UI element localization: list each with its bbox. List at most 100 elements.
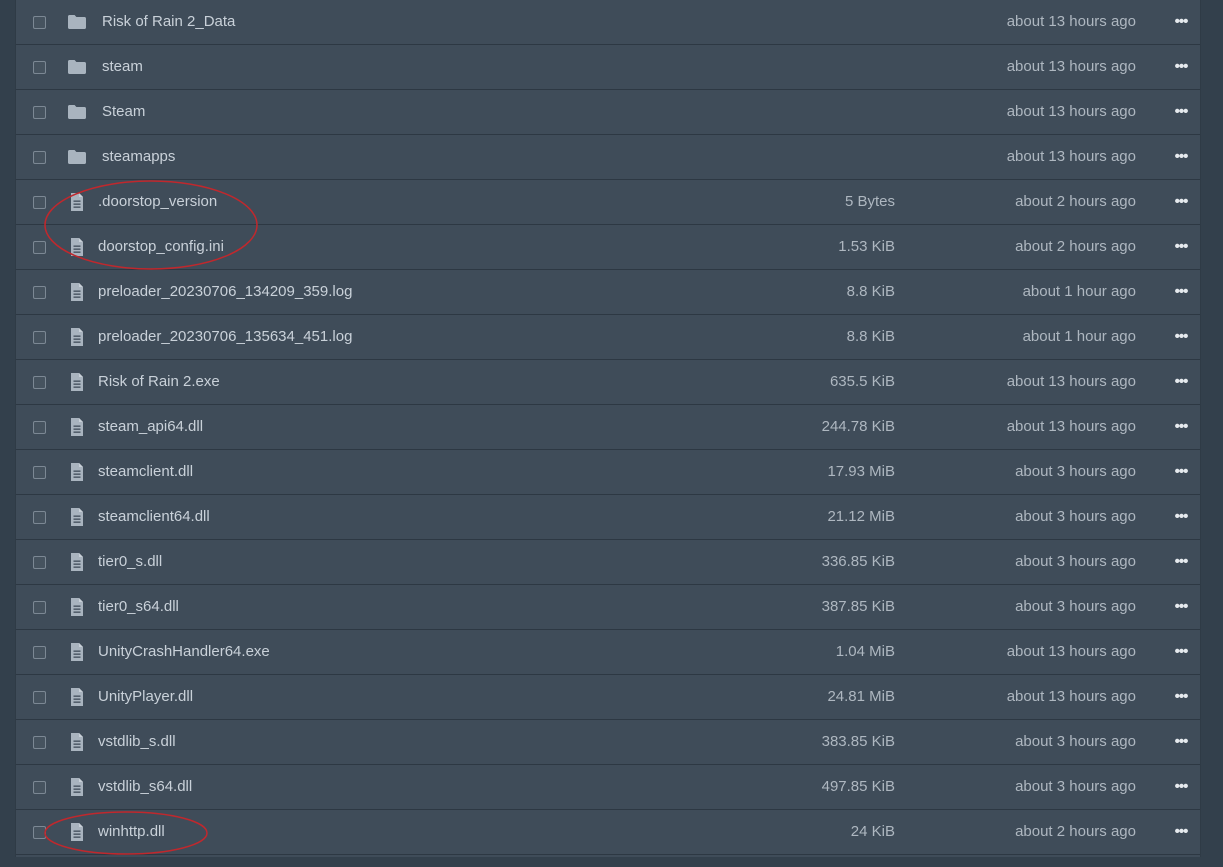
row-checkbox[interactable] [33,556,46,569]
row-checkbox[interactable] [33,61,46,74]
file-size: 635.5 KiB [829,373,895,390]
file-row-13[interactable]: tier0_s64.dll 387.85 KiB about 3 hours a… [16,585,1200,630]
row-checkbox[interactable] [33,511,46,524]
more-options-icon[interactable]: ••• [1166,597,1196,617]
file-name[interactable]: .doorstop_version [98,193,217,210]
file-modified: about 1 hour ago [1022,283,1136,300]
file-name[interactable]: tier0_s64.dll [98,598,179,615]
row-checkbox[interactable] [33,286,46,299]
file-size: 1.53 KiB [838,238,895,255]
file-name[interactable]: Risk of Rain 2.exe [98,373,220,390]
file-name[interactable]: steamclient.dll [98,463,193,480]
file-size: 244.78 KiB [821,418,895,435]
file-icon [67,462,87,482]
file-name[interactable]: winhttp.dll [98,823,165,840]
file-row-11[interactable]: steamclient64.dll 21.12 MiB about 3 hour… [16,495,1200,540]
file-name[interactable]: preloader_20230706_135634_451.log [98,328,352,345]
file-row-17[interactable]: vstdlib_s64.dll 497.85 KiB about 3 hours… [16,765,1200,810]
more-options-icon[interactable]: ••• [1166,507,1196,527]
file-row-1[interactable]: steam about 13 hours ago ••• [16,45,1200,90]
file-row-10[interactable]: steamclient.dll 17.93 MiB about 3 hours … [16,450,1200,495]
more-options-icon[interactable]: ••• [1166,462,1196,482]
file-row-8[interactable]: Risk of Rain 2.exe 635.5 KiB about 13 ho… [16,360,1200,405]
file-row-3[interactable]: steamapps about 13 hours ago ••• [16,135,1200,180]
more-options-icon[interactable]: ••• [1166,147,1196,167]
more-options-icon[interactable]: ••• [1166,12,1196,32]
file-icon [67,597,87,617]
file-row-15[interactable]: UnityPlayer.dll 24.81 MiB about 13 hours… [16,675,1200,720]
more-options-icon[interactable]: ••• [1166,417,1196,437]
file-modified: about 13 hours ago [1006,688,1136,705]
row-checkbox[interactable] [33,151,46,164]
file-size: 8.8 KiB [846,328,895,345]
file-name[interactable]: steamapps [102,148,175,165]
file-row-2[interactable]: Steam about 13 hours ago ••• [16,90,1200,135]
row-checkbox[interactable] [33,376,46,389]
more-options-icon[interactable]: ••• [1166,732,1196,752]
file-name[interactable]: vstdlib_s.dll [98,733,176,750]
file-name[interactable]: doorstop_config.ini [98,238,224,255]
more-options-icon[interactable]: ••• [1166,777,1196,797]
file-row-0[interactable]: Risk of Rain 2_Data about 13 hours ago •… [16,0,1200,45]
more-options-icon[interactable]: ••• [1166,372,1196,392]
file-modified: about 3 hours ago [1015,733,1136,750]
row-checkbox[interactable] [33,601,46,614]
file-name[interactable]: steam_api64.dll [98,418,203,435]
file-icon [67,822,87,842]
file-modified: about 2 hours ago [1015,193,1136,210]
file-modified: about 3 hours ago [1015,778,1136,795]
more-options-icon[interactable]: ••• [1166,237,1196,257]
file-name[interactable]: vstdlib_s64.dll [98,778,192,795]
file-modified: about 3 hours ago [1015,463,1136,480]
file-list: Risk of Rain 2_Data about 13 hours ago •… [15,0,1201,857]
more-options-icon[interactable]: ••• [1166,687,1196,707]
file-row-5[interactable]: doorstop_config.ini 1.53 KiB about 2 hou… [16,225,1200,270]
file-icon [67,642,87,662]
file-name[interactable]: UnityCrashHandler64.exe [98,643,270,660]
file-row-18[interactable]: winhttp.dll 24 KiB about 2 hours ago ••• [16,810,1200,855]
file-row-14[interactable]: UnityCrashHandler64.exe 1.04 MiB about 1… [16,630,1200,675]
file-modified: about 3 hours ago [1015,508,1136,525]
row-checkbox[interactable] [33,826,46,839]
row-checkbox[interactable] [33,691,46,704]
more-options-icon[interactable]: ••• [1166,327,1196,347]
more-options-icon[interactable]: ••• [1166,192,1196,212]
more-options-icon[interactable]: ••• [1166,102,1196,122]
file-row-6[interactable]: preloader_20230706_134209_359.log 8.8 Ki… [16,270,1200,315]
file-row-9[interactable]: steam_api64.dll 244.78 KiB about 13 hour… [16,405,1200,450]
more-options-icon[interactable]: ••• [1166,642,1196,662]
file-name[interactable]: steam [102,58,143,75]
row-checkbox[interactable] [33,466,46,479]
file-name[interactable]: steamclient64.dll [98,508,210,525]
file-row-16[interactable]: vstdlib_s.dll 383.85 KiB about 3 hours a… [16,720,1200,765]
file-name[interactable]: Risk of Rain 2_Data [102,13,235,30]
more-options-icon[interactable]: ••• [1166,822,1196,842]
file-modified: about 3 hours ago [1015,553,1136,570]
file-modified: about 13 hours ago [1006,373,1136,390]
row-checkbox[interactable] [33,196,46,209]
row-checkbox[interactable] [33,331,46,344]
file-row-7[interactable]: preloader_20230706_135634_451.log 8.8 Ki… [16,315,1200,360]
row-checkbox[interactable] [33,106,46,119]
more-options-icon[interactable]: ••• [1166,282,1196,302]
row-checkbox[interactable] [33,16,46,29]
file-size: 8.8 KiB [846,283,895,300]
file-size: 387.85 KiB [821,598,895,615]
file-name[interactable]: preloader_20230706_134209_359.log [98,283,352,300]
folder-icon [67,57,87,77]
row-checkbox[interactable] [33,781,46,794]
file-name[interactable]: tier0_s.dll [98,553,162,570]
file-name[interactable]: Steam [102,103,145,120]
file-row-4[interactable]: .doorstop_version 5 Bytes about 2 hours … [16,180,1200,225]
row-checkbox[interactable] [33,421,46,434]
more-options-icon[interactable]: ••• [1166,57,1196,77]
file-modified: about 3 hours ago [1015,598,1136,615]
more-options-icon[interactable]: ••• [1166,552,1196,572]
row-checkbox[interactable] [33,646,46,659]
file-row-12[interactable]: tier0_s.dll 336.85 KiB about 3 hours ago… [16,540,1200,585]
folder-icon [67,147,87,167]
file-icon [67,552,87,572]
file-name[interactable]: UnityPlayer.dll [98,688,193,705]
row-checkbox[interactable] [33,736,46,749]
row-checkbox[interactable] [33,241,46,254]
